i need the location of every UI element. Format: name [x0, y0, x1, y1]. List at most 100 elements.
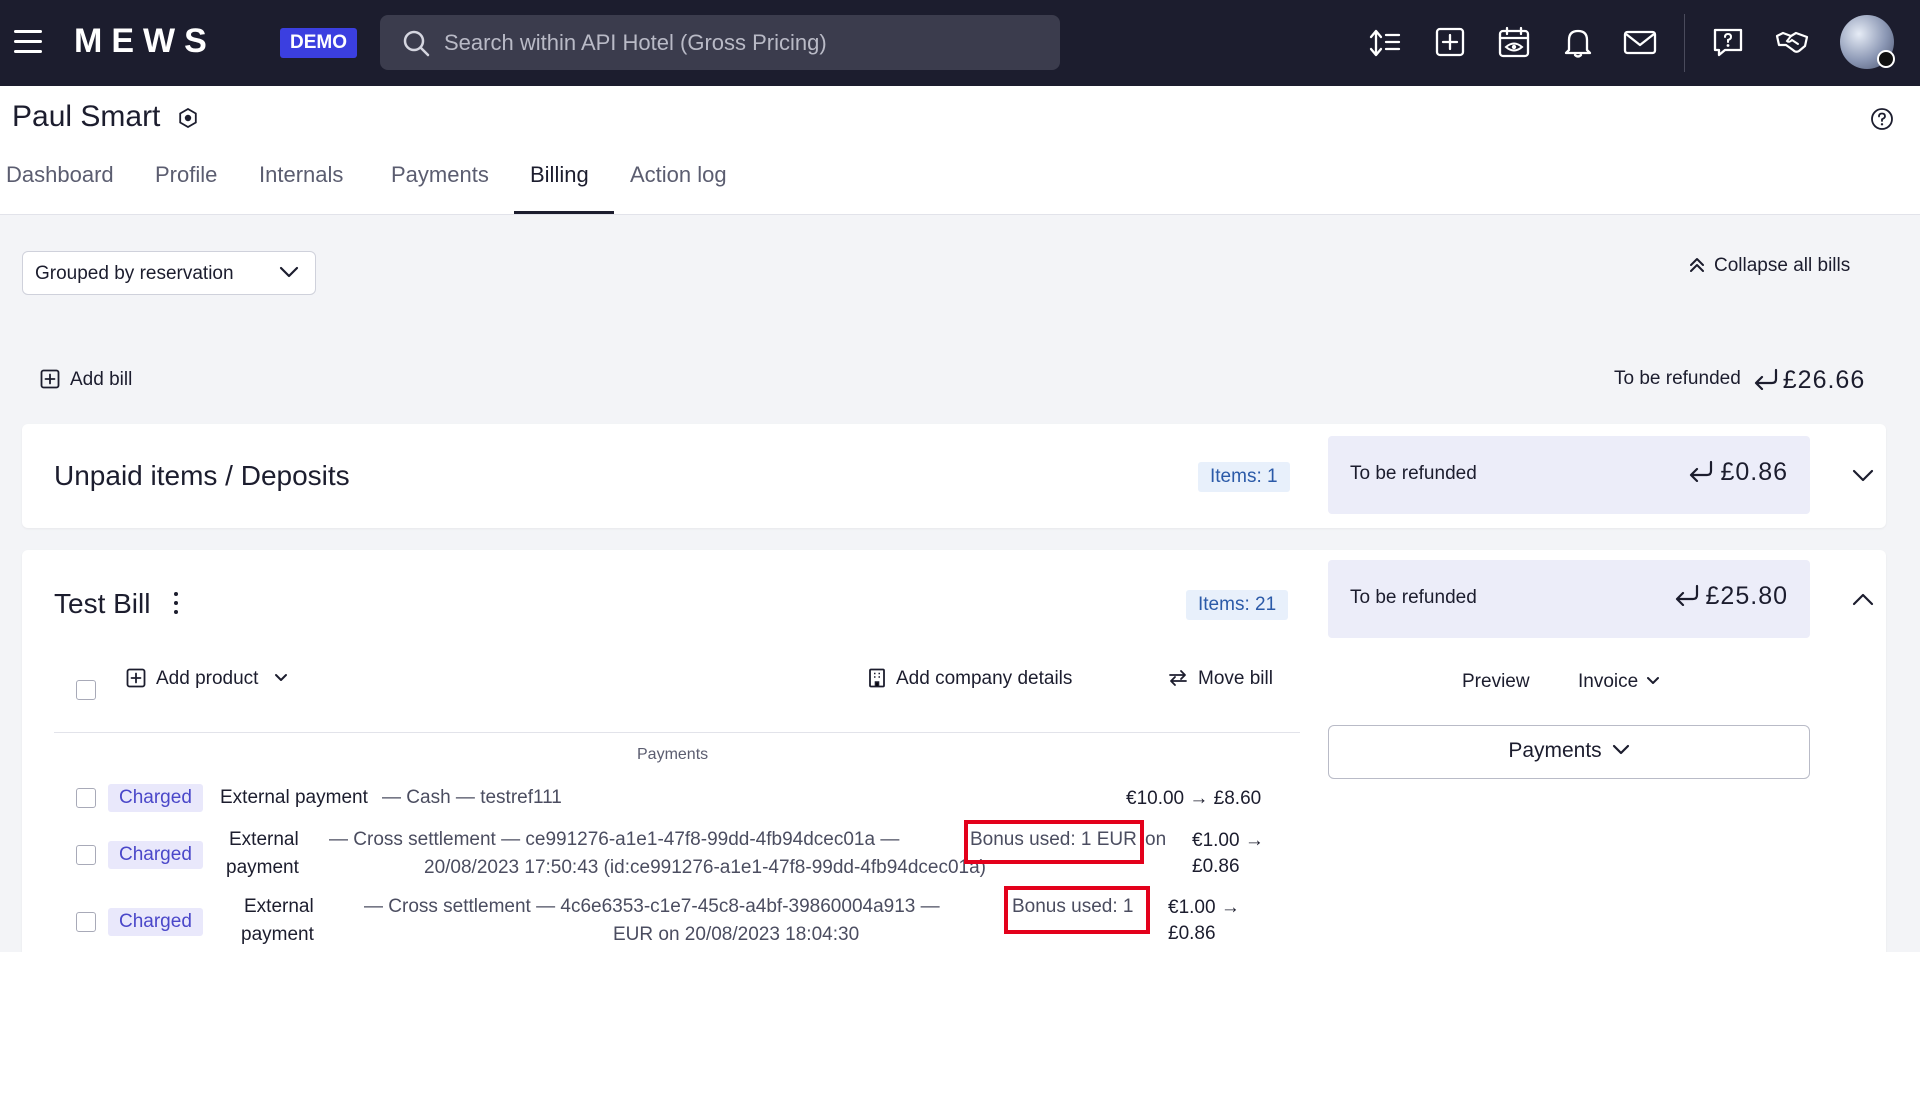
status-badge: Charged: [108, 841, 203, 869]
move-bill-label: Move bill: [1198, 668, 1273, 689]
status-dot: [1877, 50, 1895, 68]
chevron-down-icon: [274, 674, 287, 681]
bill-title: Test Bill: [54, 588, 151, 619]
payment-amount-line2: £0.86: [1168, 923, 1216, 944]
total-refund: To be refunded £26.66: [1614, 366, 1865, 395]
payment-type-line2: payment: [226, 857, 299, 878]
blank-area: [0, 952, 1920, 1100]
move-bill-button[interactable]: Move bill: [1168, 668, 1273, 690]
payment-type: External payment: [220, 787, 368, 808]
payment-amount-line1: €1.00 →: [1192, 830, 1264, 851]
items-count-badge: Items: 21: [1186, 590, 1289, 620]
customer-badge-icon: [179, 108, 197, 128]
invoice-dropdown[interactable]: Invoice: [1578, 671, 1660, 693]
bill-card-unpaid: Unpaid items / Deposits Items: 1 To be r…: [22, 424, 1886, 528]
payment-row[interactable]: Charged External payment — Cross settlem…: [22, 886, 1312, 951]
tab-dashboard[interactable]: Dashboard: [6, 162, 114, 188]
mews-logo[interactable]: MEWS: [74, 22, 216, 61]
calendar-eye-icon[interactable]: [1496, 24, 1532, 60]
select-all-checkbox[interactable]: [76, 680, 96, 700]
bill-card-test: Test Bill Items: 21 To be refunded £25.8…: [22, 550, 1886, 960]
payment-row[interactable]: Charged External payment — Cross settlem…: [22, 820, 1312, 884]
bill-refund-amount-wrap: £0.86: [1688, 458, 1788, 487]
search-input[interactable]: [444, 15, 1044, 70]
expand-bill-chevron-icon[interactable]: [1852, 469, 1874, 483]
add-product-label: Add product: [156, 668, 259, 689]
total-refund-label: To be refunded: [1614, 368, 1741, 389]
payments-button-label: Payments: [1508, 739, 1602, 762]
payments-section-label: Payments: [637, 746, 709, 763]
row-checkbox[interactable]: [76, 788, 96, 808]
payment-description-line2: EUR on 20/08/2023 18:04:30: [613, 924, 860, 945]
tab-payments[interactable]: Payments: [391, 162, 489, 188]
preview-button[interactable]: Preview: [1462, 671, 1530, 693]
row-checkbox[interactable]: [76, 912, 96, 932]
group-by-select[interactable]: Grouped by reservation: [22, 251, 316, 295]
payment-amount: €10.00 → £8.60: [1126, 788, 1262, 809]
add-product-button[interactable]: Add product: [126, 668, 298, 690]
add-company-details-button[interactable]: Add company details: [868, 668, 1072, 690]
status-badge: Charged: [108, 908, 203, 936]
tab-billing[interactable]: Billing: [530, 162, 589, 188]
chevron-down-icon: [1612, 744, 1629, 755]
refund-arrow-icon: [1754, 368, 1777, 391]
bell-icon[interactable]: [1560, 24, 1596, 60]
payment-type-line2: payment: [241, 924, 314, 945]
add-bill-button[interactable]: Add bill: [40, 369, 132, 391]
handshake-icon[interactable]: [1774, 24, 1810, 60]
invoice-label: Invoice: [1578, 671, 1639, 692]
bill-title: Unpaid items / Deposits: [54, 460, 350, 491]
bonus-highlight-box: [1004, 886, 1150, 934]
add-company-details-label: Add company details: [896, 668, 1073, 689]
refund-arrow-icon: [1690, 460, 1713, 483]
bill-refund-label: To be refunded: [1350, 463, 1477, 484]
menu-icon[interactable]: [14, 30, 42, 54]
swap-arrows-icon: [1169, 670, 1187, 686]
refund-arrow-icon: [1675, 584, 1698, 607]
help-icon[interactable]: [1870, 107, 1894, 131]
double-chevron-up-icon: [1690, 258, 1704, 272]
payment-row[interactable]: Charged External payment — Cash — testre…: [22, 778, 1312, 818]
add-square-icon: [40, 369, 60, 389]
row-checkbox[interactable]: [76, 845, 96, 865]
search-box[interactable]: [380, 15, 1060, 70]
collapse-bill-chevron-icon[interactable]: [1852, 592, 1874, 606]
customer-name: Paul Smart: [12, 100, 161, 133]
top-navigation-bar: MEWS DEMO: [0, 0, 1920, 86]
chevron-down-icon: [1647, 677, 1660, 684]
payment-amount-line2: £0.86: [1192, 856, 1240, 877]
chevron-down-icon: [279, 266, 299, 278]
bill-refund-box: To be refunded £0.86: [1328, 436, 1810, 514]
section-divider: [54, 732, 1300, 733]
total-refund-amount: £26.66: [1782, 366, 1866, 394]
mail-icon[interactable]: [1622, 24, 1658, 60]
payment-description-on: on: [1145, 829, 1167, 850]
help-chat-icon[interactable]: [1710, 24, 1746, 60]
sort-icon[interactable]: [1368, 24, 1404, 60]
building-icon: [869, 668, 885, 688]
bill-refund-box: To be refunded £25.80: [1328, 560, 1810, 638]
tab-internals[interactable]: Internals: [259, 162, 343, 188]
bill-refund-amount-wrap: £25.80: [1674, 582, 1788, 611]
payment-description: — Cross settlement — ce991276-a1e1-47f8-…: [329, 829, 900, 850]
bonus-highlight-box: [964, 820, 1144, 864]
add-square-icon: [126, 668, 146, 688]
collapse-all-label: Collapse all bills: [1714, 255, 1851, 276]
bill-refund-amount: £25.80: [1705, 582, 1788, 610]
demo-badge: DEMO: [280, 28, 357, 58]
group-by-value: Grouped by reservation: [35, 263, 234, 284]
topbar-separator: [1684, 14, 1685, 72]
payment-description: — Cross settlement — 4c6e6353-c1e7-45c8-…: [364, 896, 940, 917]
tab-action-log[interactable]: Action log: [630, 162, 727, 188]
payments-dropdown-button[interactable]: Payments: [1328, 725, 1810, 779]
payment-type-line1: External: [244, 896, 314, 917]
payment-description-line2: 20/08/2023 17:50:43 (id:ce991276-a1e1-47…: [424, 857, 987, 878]
tab-profile[interactable]: Profile: [155, 162, 217, 188]
collapse-all-bills-button[interactable]: Collapse all bills: [1690, 255, 1850, 277]
add-bill-label: Add bill: [70, 369, 133, 390]
more-options-icon[interactable]: [172, 592, 180, 618]
payment-amount-line1: €1.00 →: [1168, 897, 1240, 918]
add-square-icon[interactable]: [1432, 24, 1468, 60]
bill-refund-label: To be refunded: [1350, 587, 1477, 608]
search-icon: [403, 30, 430, 57]
